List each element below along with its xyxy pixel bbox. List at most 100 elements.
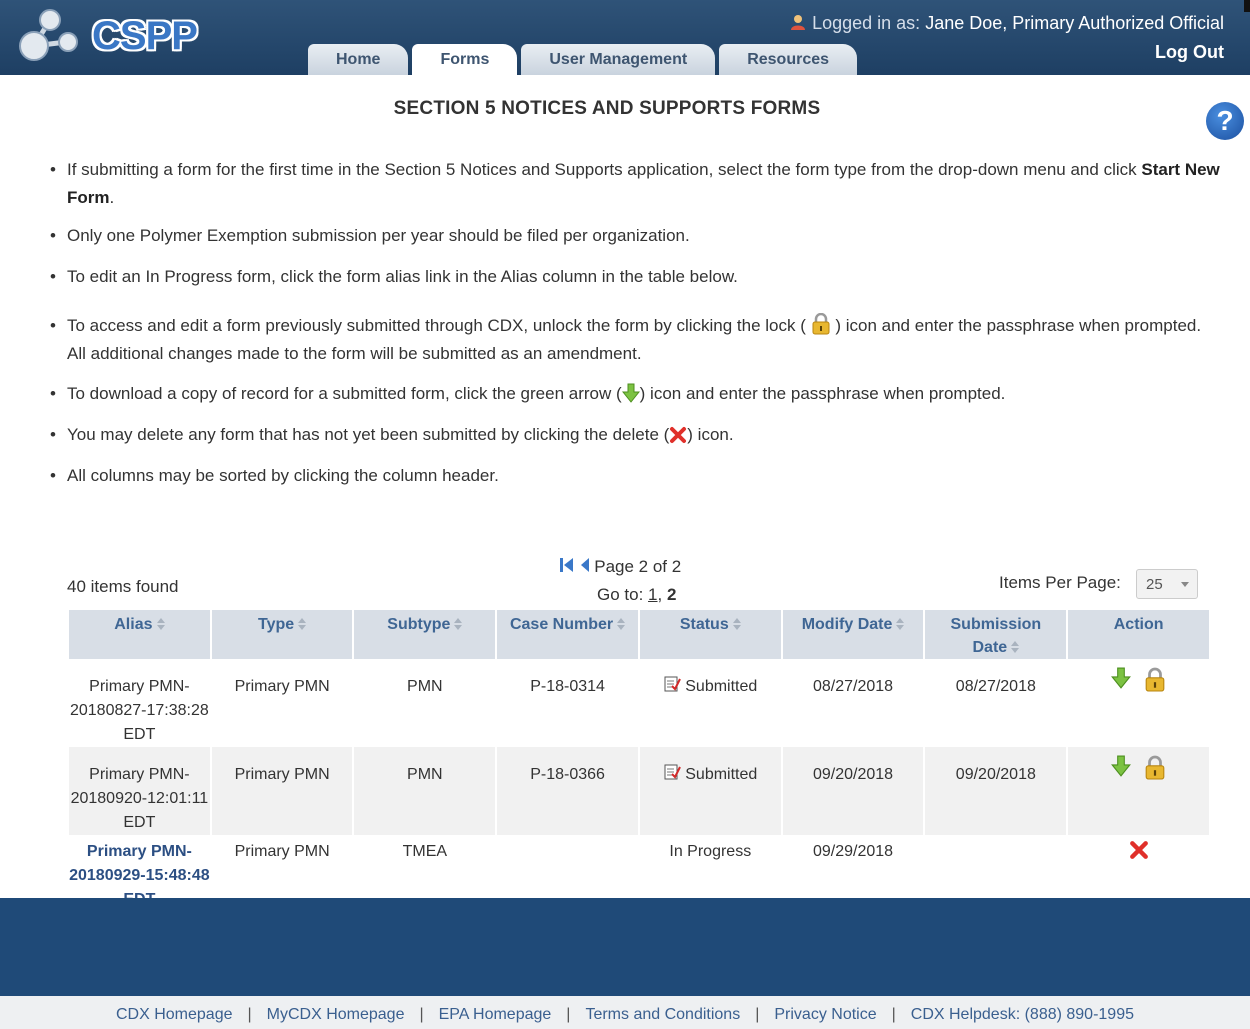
alias-text: EDT xyxy=(123,814,156,831)
footer-separator: | xyxy=(419,1006,424,1023)
goto-pages: Go to: 1, 2 xyxy=(597,585,676,605)
app-root: { "header": { "logo_text": "CSPP", "tabs… xyxy=(0,0,1250,1029)
tab-forms[interactable]: Forms xyxy=(412,44,518,75)
green-download-arrow-icon[interactable] xyxy=(1111,667,1132,689)
cell-status: Submitted xyxy=(639,659,781,747)
header-label: Type xyxy=(258,616,295,633)
cell-submission-date: 09/20/2018 xyxy=(925,747,1067,835)
footer-separator: | xyxy=(566,1006,571,1023)
green-download-arrow-icon xyxy=(621,383,640,403)
header-label: Alias xyxy=(114,616,153,633)
instruction-text: You may delete any form that has not yet… xyxy=(67,425,670,444)
logo-text: CSPP xyxy=(92,14,198,58)
page-link-1[interactable]: 1 xyxy=(648,585,657,604)
sort-icon xyxy=(1011,641,1020,653)
column-header-case-number[interactable]: Case Number xyxy=(497,610,638,659)
cell-type: Primary PMN xyxy=(211,659,353,747)
lock-icon[interactable] xyxy=(1144,667,1166,693)
header-label: Status xyxy=(679,616,729,633)
page-title: SECTION 5 NOTICES AND SUPPORTS FORMS xyxy=(393,98,821,119)
instruction-item: To edit an In Progress form, click the f… xyxy=(50,263,1220,291)
cell-case-number: P-18-0314 xyxy=(497,659,638,747)
instruction-text: ) icon and enter the passphrase when pro… xyxy=(639,384,1006,403)
sort-icon xyxy=(298,618,307,630)
items-found-count: 40 items found xyxy=(67,577,179,596)
column-header-subtype[interactable]: Subtype xyxy=(354,610,496,659)
column-header-type[interactable]: Type xyxy=(211,610,353,659)
sort-icon xyxy=(896,618,905,630)
column-header-alias[interactable]: Alias xyxy=(69,610,210,659)
footer-link-privacy[interactable]: Privacy Notice xyxy=(774,1006,876,1023)
table-row: Primary PMN- 20180920-12:01:11 EDT Primary… xyxy=(69,747,1209,835)
footer-link-mycdx-homepage[interactable]: MyCDX Homepage xyxy=(267,1006,405,1023)
items-per-page-label: Items Per Page: xyxy=(999,573,1121,592)
header-label: Date xyxy=(972,639,1008,656)
instruction-text: . xyxy=(109,188,115,207)
footer-separator: | xyxy=(891,1006,896,1023)
status-text: In Progress xyxy=(669,843,752,860)
footer-link-terms[interactable]: Terms and Conditions xyxy=(585,1006,740,1023)
column-header-status[interactable]: Status xyxy=(639,610,781,659)
user-icon xyxy=(791,15,806,30)
red-x-delete-icon[interactable] xyxy=(1129,840,1149,860)
main-tabs: Home Forms User Management Resources xyxy=(308,44,861,75)
alias-text: 20180920-12:01:11 xyxy=(70,790,209,807)
window-corner-mark xyxy=(1244,0,1250,12)
status-text: Submitted xyxy=(685,766,758,783)
header-label: Modify Date xyxy=(801,616,893,633)
alias-text: Primary PMN- xyxy=(89,678,190,695)
forms-table: Alias Type Subtype Case Number Status Mo… xyxy=(67,610,1211,912)
cspp-logo[interactable]: CSPP xyxy=(16,6,198,64)
cell-modify-date: 09/20/2018 xyxy=(782,747,924,835)
footer-links: CDX Homepage | MyCDX Homepage | EPA Homepage… xyxy=(0,996,1250,1029)
page-indicator: Page 2 of 2 xyxy=(594,557,682,576)
sort-icon xyxy=(732,618,741,630)
logout-link[interactable]: Log Out xyxy=(1155,42,1224,63)
column-header-modify-date[interactable]: Modify Date xyxy=(782,610,924,659)
instruction-item: To download a copy of record for a submi… xyxy=(50,380,1220,408)
instruction-text: To download a copy of record for a submi… xyxy=(67,384,622,403)
instruction-text: ) icon. xyxy=(687,425,734,444)
alias-text: Primary PMN- xyxy=(89,766,190,783)
cell-modify-date: 08/27/2018 xyxy=(782,659,924,747)
cell-submission-date: 08/27/2018 xyxy=(925,659,1067,747)
header-label: Case Number xyxy=(509,616,614,633)
green-download-arrow-icon[interactable] xyxy=(1111,755,1132,777)
column-header-submission-date[interactable]: Submission Date xyxy=(925,610,1067,659)
footer-link-helpdesk[interactable]: CDX Helpdesk: (888) 890-1995 xyxy=(911,1006,1134,1023)
footer-link-epa-homepage[interactable]: EPA Homepage xyxy=(439,1006,552,1023)
app-header: CSPP Home Forms User Management Resource… xyxy=(0,0,1250,75)
items-per-page-value: 25 xyxy=(1146,576,1163,593)
dropdown-caret-icon xyxy=(1181,582,1189,587)
logged-in-label: Logged in as: xyxy=(812,13,921,33)
goto-label: Go to: xyxy=(597,585,644,604)
submitted-document-icon xyxy=(664,764,682,780)
first-page-icon[interactable] xyxy=(559,556,575,574)
logo-molecule-icon xyxy=(19,9,78,61)
table-row: Primary PMN- 20180827-17:38:28 EDT Primary… xyxy=(69,659,1209,747)
sort-icon xyxy=(617,618,626,630)
page-separator: , xyxy=(657,585,663,604)
instruction-item: To access and edit a form previously sub… xyxy=(50,312,1220,368)
instruction-text: To edit an In Progress form, click the f… xyxy=(67,267,738,286)
cell-action xyxy=(1068,659,1209,747)
instruction-text: Only one Polymer Exemption submission pe… xyxy=(67,226,690,245)
cell-action xyxy=(1068,747,1209,835)
cell-case-number: P-18-0366 xyxy=(497,747,638,835)
red-x-delete-icon xyxy=(670,427,687,443)
lock-icon[interactable] xyxy=(1144,755,1166,781)
tab-home[interactable]: Home xyxy=(308,44,409,75)
prev-page-icon[interactable] xyxy=(580,556,590,574)
footer-link-cdx-homepage[interactable]: CDX Homepage xyxy=(116,1006,233,1023)
help-icon[interactable]: ? xyxy=(1206,102,1244,140)
instruction-item: All columns may be sorted by clicking th… xyxy=(50,462,1220,490)
instruction-text: All columns may be sorted by clicking th… xyxy=(67,466,499,485)
tab-user-management[interactable]: User Management xyxy=(521,44,716,75)
tab-resources[interactable]: Resources xyxy=(719,44,858,75)
column-header-action: Action xyxy=(1068,610,1209,659)
alias-text: EDT xyxy=(123,726,156,743)
sort-icon xyxy=(454,618,463,630)
items-per-page-select[interactable]: 25 xyxy=(1136,569,1198,599)
instruction-item: If submitting a form for the first time … xyxy=(50,156,1220,212)
status-text: Submitted xyxy=(685,678,758,695)
